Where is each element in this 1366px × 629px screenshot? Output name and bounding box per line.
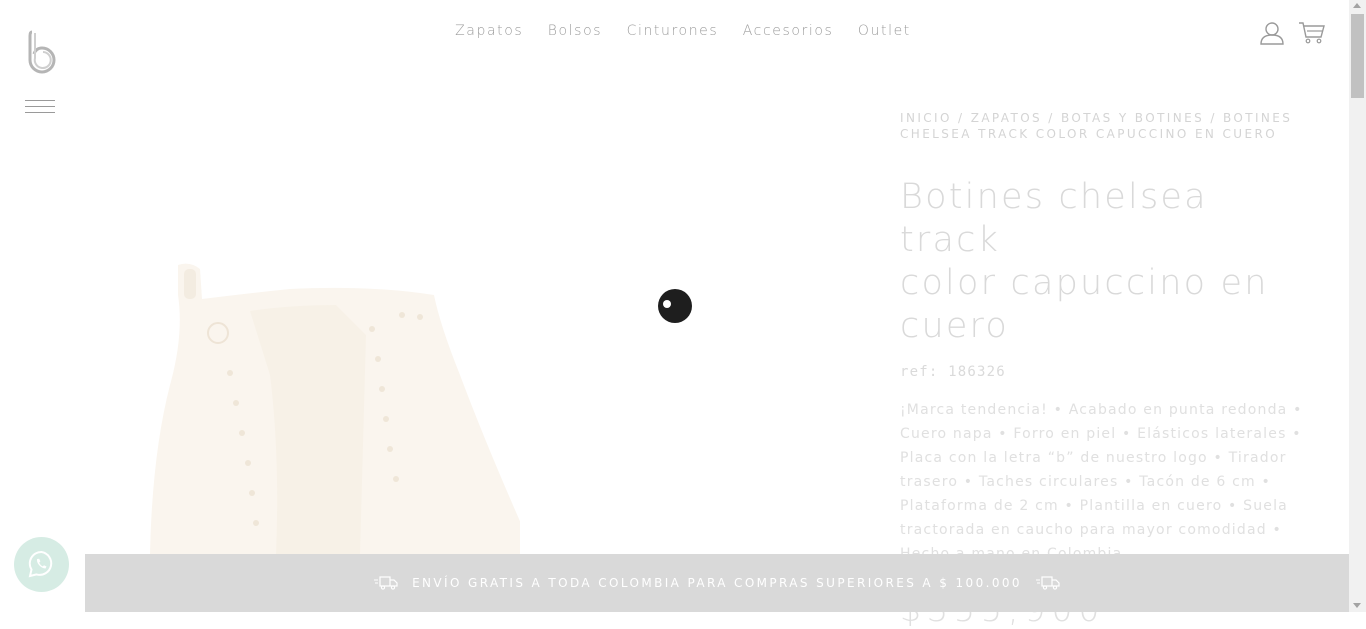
breadcrumb: INICIO / ZAPATOS / BOTAS Y BOTINES / BOT… <box>900 110 1310 142</box>
main-nav: Zapatos Bolsos Cinturones Accesorios Out… <box>0 22 1366 40</box>
hamburger-menu-icon[interactable] <box>25 100 55 114</box>
product-description: ¡Marca tendencia! • Acabado en punta red… <box>900 402 1303 562</box>
nav-item-outlet[interactable]: Outlet <box>858 23 911 39</box>
user-icon[interactable] <box>1259 21 1285 45</box>
loading-spinner-icon <box>657 288 693 324</box>
breadcrumb-item-zapatos[interactable]: ZAPATOS <box>971 111 1042 125</box>
breadcrumb-separator: / <box>951 111 971 125</box>
scroll-up-icon[interactable] <box>1353 3 1361 8</box>
breadcrumb-item-botas[interactable]: BOTAS Y BOTINES <box>1061 111 1204 125</box>
title-line: Botines chelsea track <box>900 177 1208 260</box>
product-ref: ref: 186326 <box>900 364 1006 380</box>
free-shipping-bar: ENVÍO GRATIS A TODA COLOMBIA PARA COMPRA… <box>85 554 1349 612</box>
nav-item-zapatos[interactable]: Zapatos <box>455 23 523 39</box>
whatsapp-button[interactable] <box>14 537 69 592</box>
boot-illustration <box>150 263 535 555</box>
truck-icon <box>374 576 398 590</box>
breadcrumb-separator: / <box>1204 111 1223 125</box>
scrollbar-thumb[interactable] <box>1351 14 1364 98</box>
breadcrumb-item-inicio[interactable]: INICIO <box>900 111 952 125</box>
scroll-down-icon[interactable] <box>1353 603 1361 608</box>
nav-item-cinturones[interactable]: Cinturones <box>627 23 719 39</box>
truck-icon <box>1035 576 1060 590</box>
product-title: Botines chelsea track color capuccino en… <box>900 176 1310 348</box>
title-line: cuero <box>900 306 1009 346</box>
title-line: color capuccino en <box>900 263 1269 303</box>
product-info: INICIO / ZAPATOS / BOTAS Y BOTINES / BOT… <box>900 110 1310 629</box>
breadcrumb-separator: / <box>1042 111 1061 125</box>
free-shipping-text: ENVÍO GRATIS A TODA COLOMBIA PARA COMPRA… <box>412 576 1022 590</box>
product-image[interactable] <box>140 255 535 555</box>
nav-item-accesorios[interactable]: Accesorios <box>743 23 834 39</box>
whatsapp-icon <box>28 550 53 578</box>
nav-item-bolsos[interactable]: Bolsos <box>548 23 602 39</box>
cart-icon[interactable] <box>1298 21 1325 45</box>
